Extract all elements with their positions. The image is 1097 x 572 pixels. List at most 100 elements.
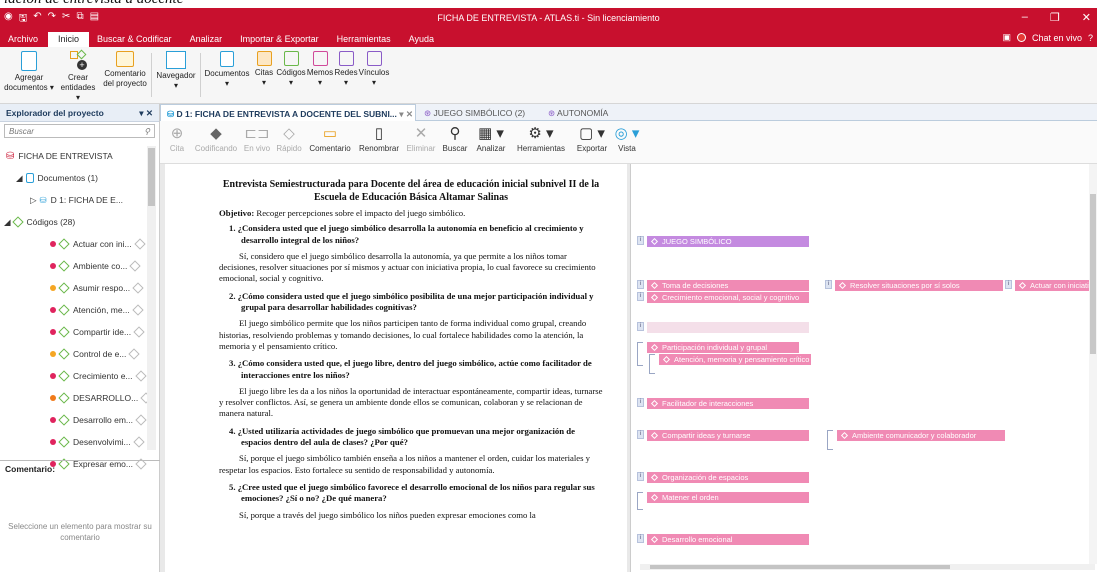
tab-juego-simbolico[interactable]: ⊛ JUEGO SIMBÓLICO (2)	[418, 104, 531, 121]
code-list-item[interactable]: Control de e...	[50, 344, 141, 364]
export-label: Exportar	[576, 144, 608, 153]
view-button[interactable]: ◎ ▾ Vista	[612, 124, 642, 154]
menu-inicio[interactable]: Inicio	[48, 32, 90, 47]
quote-bar[interactable]: i	[637, 292, 644, 301]
code-resolver-situaciones[interactable]: Resolver situaciones por sí solos	[835, 280, 1003, 291]
code-desarrollo-emocional[interactable]: Desarrollo emocional	[647, 534, 809, 545]
quote-bracket[interactable]	[827, 430, 833, 450]
quote-bracket[interactable]	[637, 492, 643, 510]
tab-document-d1[interactable]: ⛁ D 1: FICHA DE ENTREVISTA A DOCENTE DEL…	[160, 104, 416, 121]
margin-vertical-scrollbar[interactable]	[1089, 164, 1097, 564]
help-icon[interactable]: ?	[1088, 33, 1093, 43]
code-juego-simbolico[interactable]: JUEGO SIMBÓLICO	[647, 236, 809, 247]
networks-manager-button[interactable]: Redes ▾	[334, 51, 358, 88]
layout-icon[interactable]: ▣	[1002, 32, 1011, 43]
documents-manager-button[interactable]: Documentos ▾	[202, 51, 252, 89]
quote-bracket[interactable]	[649, 354, 655, 374]
code-crecimiento-emocional[interactable]: Crecimiento emocional, social y cognitiv…	[647, 292, 809, 303]
tools-button[interactable]: ⚙ ▾ Herramientas	[512, 124, 570, 154]
chevron-down-icon: ▾	[317, 78, 322, 87]
menu-ayuda[interactable]: Ayuda	[401, 34, 444, 47]
menu-archivo[interactable]: Archivo	[0, 34, 48, 47]
maximize-button[interactable]: ❐	[1050, 11, 1060, 24]
quote-bar[interactable]: i	[637, 280, 644, 289]
in-vivo-button[interactable]: ⊏⊐ En vivo	[242, 124, 272, 154]
chat-button[interactable]: Chat en vivo	[1032, 33, 1082, 43]
links-manager-button[interactable]: Vínculos ▾	[358, 51, 390, 88]
navigator-button[interactable]: Navegador ▾	[154, 51, 198, 91]
coding-button[interactable]: ◆ Codificando	[192, 124, 240, 154]
tree-project[interactable]: ⛁ FICHA DE ENTREVISTA	[6, 146, 113, 166]
code-matener-orden[interactable]: Matener el orden	[647, 492, 809, 503]
tree-documents-group[interactable]: ◢ Documentos (1)	[16, 168, 98, 188]
close-button[interactable]: ✕	[1082, 11, 1091, 24]
delete-button[interactable]: ✕ Eliminar	[404, 124, 438, 154]
quote-bar[interactable]: i	[637, 398, 644, 407]
code-icon	[58, 436, 70, 448]
code-list-item[interactable]: Desenvolvimi...	[50, 432, 145, 452]
code-list-item[interactable]: Asumir respo...	[50, 278, 144, 298]
menu-buscar-codificar[interactable]: Buscar & Codificar	[89, 34, 182, 47]
rename-button[interactable]: ▯ Renombrar	[356, 124, 402, 154]
quote-bracket[interactable]	[637, 342, 643, 366]
code-ambiente-comunicador[interactable]: Ambiente comunicador y colaborador	[837, 430, 1005, 441]
code-list-item[interactable]: Crecimiento e...	[50, 366, 147, 386]
menu-herramientas[interactable]: Herramientas	[329, 34, 401, 47]
quote-bar[interactable]: i	[637, 236, 644, 245]
code-participacion[interactable]: Participación individual y grupal	[647, 342, 799, 353]
quote-bar[interactable]: i	[825, 280, 832, 289]
quote-bar[interactable]: i	[637, 534, 644, 543]
explorer-search-input[interactable]: Buscar ⚲	[4, 124, 155, 138]
scrollbar-thumb[interactable]	[1090, 194, 1096, 354]
code-actuar-iniciativa[interactable]: Actuar con iniciativa	[1015, 280, 1097, 291]
collapse-icon: ▷	[30, 194, 37, 205]
add-documents-button[interactable]: Agregar documentos ▾	[4, 51, 54, 93]
code-list-item[interactable]: Desarrollo em...	[50, 410, 147, 430]
code-empty-row[interactable]	[647, 322, 809, 333]
code-atencion-memoria[interactable]: Atención, memoria y pensamiento crítico	[659, 354, 811, 365]
quick-code-icon: ◇	[283, 125, 295, 142]
explorer-scrollbar[interactable]	[147, 146, 156, 450]
codes-manager-button[interactable]: Códigos ▾	[276, 51, 306, 88]
comment-icon	[116, 51, 134, 67]
code-compartir-ideas[interactable]: Compartir ideas y turnarse	[647, 430, 809, 441]
chat-icon[interactable]	[1016, 33, 1026, 42]
expand-icon: ◢	[4, 216, 11, 227]
document-page[interactable]: Entrevista Semiestructurada para Docente…	[165, 164, 627, 572]
project-comment-button[interactable]: Comentario del proyecto	[102, 51, 148, 89]
quotations-manager-button[interactable]: Citas ▾	[253, 51, 275, 88]
margin-horizontal-scrollbar[interactable]	[640, 564, 1095, 570]
answer-5: Sí, porque a través del juego simbólico …	[239, 509, 536, 520]
close-icon[interactable]: ▾ ✕	[139, 108, 153, 118]
quote-button[interactable]: ⊕ Cita	[166, 124, 188, 154]
code-organizacion[interactable]: Organización de espacios	[647, 472, 809, 483]
minimize-button[interactable]: –	[1022, 11, 1028, 24]
code-list-item[interactable]: Compartir ide...	[50, 322, 145, 342]
tree-codes-group[interactable]: ◢ Códigos (28)	[4, 212, 75, 232]
memos-manager-button[interactable]: Memos ▾	[306, 51, 334, 88]
menu-importar-exportar[interactable]: Importar & Exportar	[232, 34, 329, 47]
analyze-button[interactable]: ▦ ▾ Analizar	[472, 124, 510, 154]
quote-bar[interactable]: i	[637, 472, 644, 481]
export-button[interactable]: ▢ ▾ Exportar	[572, 124, 612, 154]
menu-analizar[interactable]: Analizar	[182, 34, 233, 47]
quote-bar[interactable]: i	[637, 430, 644, 439]
create-entities-button[interactable]: + Crear entidades ▾	[58, 49, 98, 103]
quote-bar[interactable]: i	[1005, 280, 1012, 289]
comment-button[interactable]: ▭ Comentario	[306, 124, 354, 154]
code-toma-decisiones[interactable]: Toma de decisiones	[647, 280, 809, 291]
code-list-item[interactable]: Ambiente co...	[50, 256, 142, 276]
tree-document-d1[interactable]: ▷ ⛁ D 1: FICHA DE E...	[30, 190, 123, 210]
code-list-item[interactable]: Atención, me...	[50, 300, 144, 320]
quote-bar[interactable]: i	[637, 322, 644, 331]
code-facilitador[interactable]: Facilitador de interacciones	[647, 398, 809, 409]
scrollbar-thumb[interactable]	[650, 565, 950, 569]
code-icon	[58, 304, 70, 316]
close-icon[interactable]: ▾ ✕	[399, 109, 413, 119]
code-list-item[interactable]: Actuar con ini...	[50, 234, 146, 254]
tab-autonomia[interactable]: ⊛ AUTONOMÍA	[542, 104, 614, 121]
scrollbar-thumb[interactable]	[148, 148, 155, 206]
quick-code-button[interactable]: ◇ Rápido	[274, 124, 304, 154]
code-list-item[interactable]: DESARROLLO...	[50, 388, 152, 408]
search-button[interactable]: ⚲ Buscar	[440, 124, 470, 154]
